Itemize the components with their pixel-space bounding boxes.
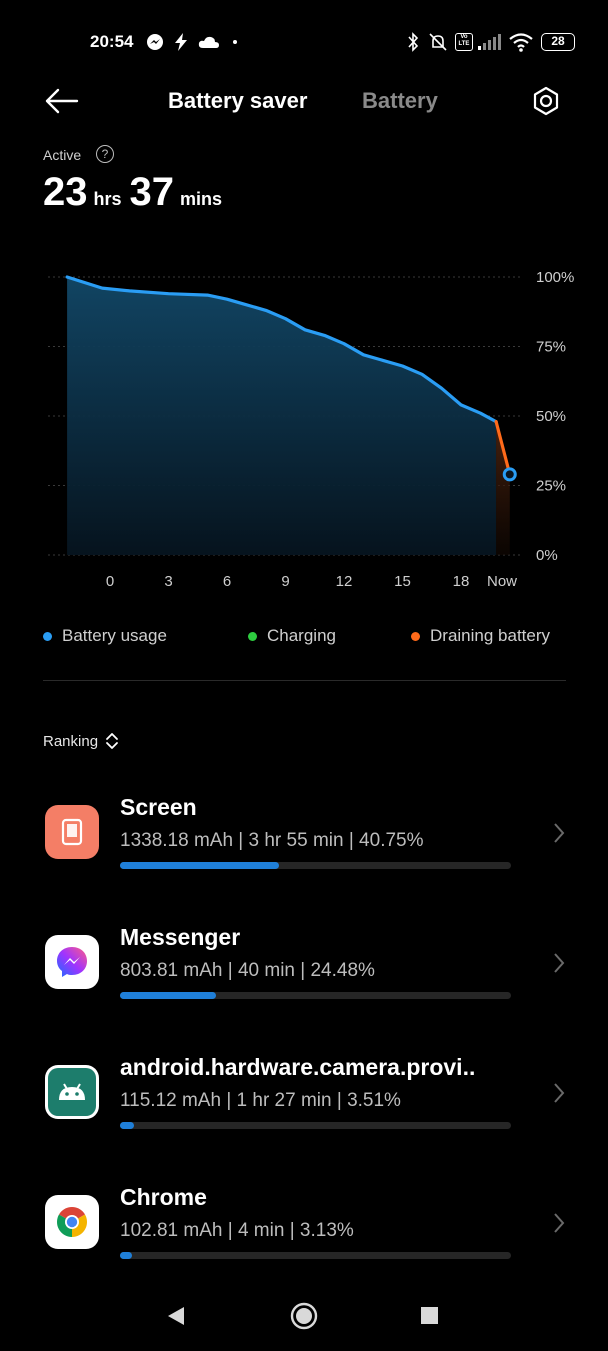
screen-icon	[45, 805, 99, 859]
sort-chevrons-icon	[106, 733, 118, 749]
drain-area	[496, 421, 510, 555]
divider	[43, 680, 566, 681]
app-name: Messenger	[120, 924, 241, 950]
app-stats: 115.12 mAh | 1 hr 27 min | 3.51%	[120, 1090, 401, 1111]
wifi-icon	[509, 33, 533, 52]
app-row-screen[interactable]: Screen 1338.18 mAh | 3 hr 55 min | 40.75…	[0, 775, 608, 905]
x-tick-label: 12	[336, 573, 353, 590]
settings-gear-icon[interactable]	[531, 86, 561, 116]
tab-battery-saver[interactable]: Battery saver	[168, 88, 307, 114]
minutes-unit: mins	[180, 189, 223, 209]
hours-unit: hrs	[93, 189, 122, 209]
app-row-camera-provider[interactable]: android.hardware.camera.provi.. 115.12 m…	[0, 1035, 608, 1165]
app-stats: 102.81 mAh | 4 min | 3.13%	[120, 1220, 354, 1241]
x-tick-label: 18	[453, 573, 470, 590]
app-name: Screen	[120, 794, 197, 820]
usage-bar	[120, 1252, 511, 1259]
x-tick-label: 3	[164, 573, 172, 590]
nav-recents-icon[interactable]	[421, 1307, 438, 1324]
y-tick-label: 0%	[536, 547, 558, 564]
y-tick-label: 75%	[536, 339, 566, 356]
battery-icon: 28	[541, 33, 575, 51]
battery-chart: 100% 75% 50% 25% 0% 0 3 6 9 12 15 18 Now	[48, 269, 574, 590]
signal-icon	[478, 34, 501, 50]
app-row-messenger[interactable]: Messenger 803.81 mAh | 40 min | 24.48%	[0, 905, 608, 1035]
x-tick-label: 9	[281, 573, 289, 590]
back-arrow-icon[interactable]	[44, 88, 80, 114]
usage-bar-fill	[120, 862, 280, 869]
legend-dot	[43, 631, 52, 641]
usage-bar-fill	[120, 1252, 133, 1259]
chevron-right-icon	[554, 953, 565, 973]
ranking-sort-button[interactable]: Ranking	[43, 732, 120, 750]
ranking-label: Ranking	[43, 732, 99, 750]
legend-charging: Charging	[248, 626, 336, 646]
legend-label: Charging	[267, 626, 336, 645]
chevron-right-icon	[554, 1083, 565, 1103]
usage-bar	[120, 862, 511, 869]
y-tick-label: 25%	[536, 478, 566, 495]
active-duration: 23 hrs 37 mins	[43, 170, 230, 215]
legend-label: Draining battery	[430, 626, 551, 645]
active-minutes: 37	[129, 170, 175, 214]
app-row-chrome[interactable]: Chrome 102.81 mAh | 4 min | 3.13%	[0, 1165, 608, 1295]
battery-level: 28	[551, 34, 565, 48]
nav-home-icon[interactable]	[290, 1302, 318, 1330]
legend-draining-battery: Draining battery	[411, 626, 550, 646]
x-tick-label: 0	[106, 573, 114, 590]
app-name: android.hardware.camera.provi..	[120, 1054, 476, 1080]
app-stats: 1338.18 mAh | 3 hr 55 min | 40.75%	[120, 830, 424, 851]
android-icon	[45, 1065, 99, 1119]
app-stats: 803.81 mAh | 40 min | 24.48%	[120, 960, 375, 981]
help-icon[interactable]: ?	[96, 145, 114, 163]
active-label: Active	[43, 147, 82, 163]
tab-battery[interactable]: Battery	[362, 88, 438, 114]
y-tick-label: 50%	[536, 408, 566, 425]
legend-dot	[411, 631, 420, 641]
volte-icon: Vo LTE	[455, 33, 473, 51]
usage-bar-fill	[120, 1122, 134, 1129]
status-time: 20:54	[90, 32, 134, 51]
usage-bar-fill	[120, 992, 216, 999]
y-tick-label: 100%	[536, 269, 574, 286]
chrome-icon	[45, 1195, 99, 1249]
chevron-right-icon	[554, 823, 565, 843]
app-name: Chrome	[120, 1184, 207, 1210]
usage-bar	[120, 992, 511, 999]
cloud-icon	[198, 36, 219, 48]
messenger-icon	[45, 935, 99, 989]
x-tick-label: 15	[394, 573, 411, 590]
x-tick-label: Now	[487, 573, 517, 590]
legend-dot	[248, 631, 257, 641]
chevron-right-icon	[554, 1213, 565, 1233]
current-point-marker	[502, 467, 517, 482]
x-tick-label: 6	[223, 573, 231, 590]
usage-bar	[120, 1122, 511, 1129]
active-hours: 23	[43, 170, 88, 214]
dot-icon	[233, 40, 237, 44]
bolt-icon	[175, 33, 187, 51]
messenger-icon	[147, 34, 163, 50]
bluetooth-icon	[408, 32, 419, 52]
legend-label: Battery usage	[62, 626, 167, 645]
legend-battery-usage: Battery usage	[43, 626, 167, 646]
nav-back-icon[interactable]	[166, 1305, 186, 1327]
mute-icon	[429, 33, 447, 51]
